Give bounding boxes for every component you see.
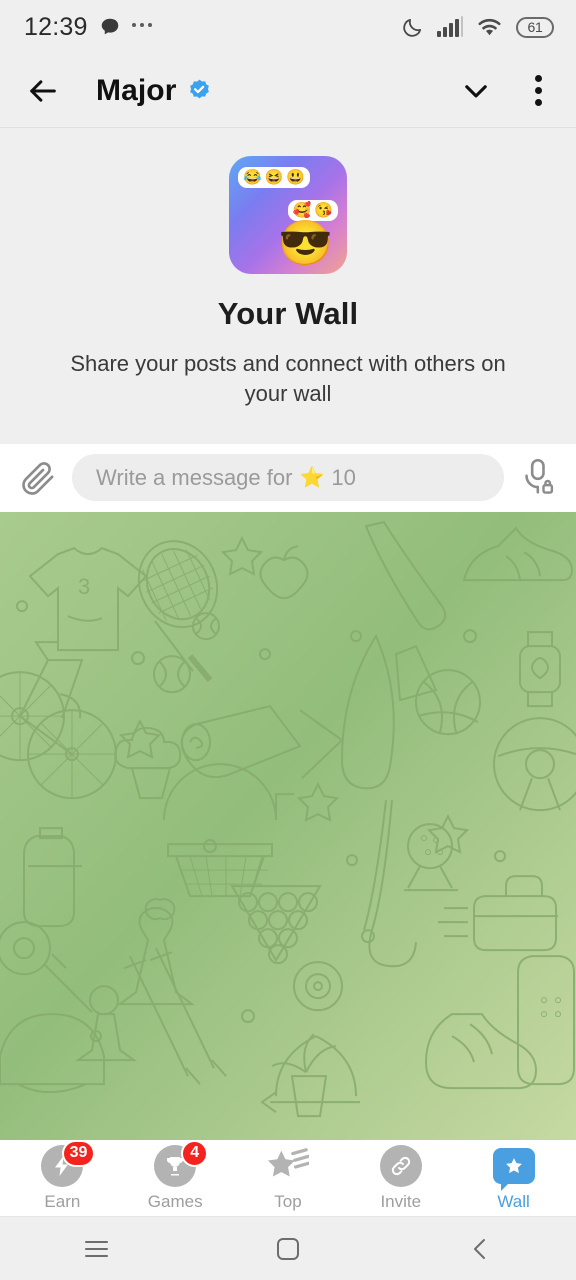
earn-badge: 39 <box>61 1139 96 1167</box>
tab-top-label: Top <box>274 1191 302 1211</box>
back-icon[interactable] <box>435 1226 525 1272</box>
header-actions <box>459 69 550 112</box>
recents-icon[interactable] <box>51 1226 141 1272</box>
tab-invite-icon-wrap <box>379 1144 422 1187</box>
tab-wall[interactable]: Wall <box>464 1145 564 1212</box>
chat-bubble-icon <box>101 18 118 35</box>
tab-games-icon-wrap: 4 <box>154 1139 209 1187</box>
tab-wall-label: Wall <box>497 1191 530 1211</box>
tab-games[interactable]: 4 Games <box>125 1139 225 1212</box>
star-bubble-icon <box>492 1147 535 1191</box>
wifi-icon <box>478 18 501 36</box>
tab-earn-label: Earn <box>44 1191 81 1211</box>
message-composer: Write a message for ⭐ 10 <box>0 443 576 512</box>
art-emoji: 😂 <box>243 169 262 186</box>
art-emoji: 🥰 <box>292 202 312 219</box>
tab-earn-icon-wrap: 39 <box>41 1139 96 1187</box>
app-header: Major <box>0 54 576 128</box>
tab-invite[interactable]: Invite <box>351 1144 451 1212</box>
tab-earn[interactable]: 39 Earn <box>12 1139 112 1212</box>
page-title: Major <box>96 73 177 107</box>
empty-state-subtitle: Share your posts and connect with others… <box>70 351 506 407</box>
wall-empty-state: 😂 😆 😃 🥰 😘 😎 Your Wall Share your posts a… <box>0 128 576 444</box>
microphone-locked-icon[interactable] <box>518 457 558 499</box>
kebab-menu-icon[interactable] <box>527 69 550 112</box>
paperclip-icon[interactable] <box>18 458 58 498</box>
moon-icon <box>403 18 422 37</box>
composer-placeholder-amount: 10 <box>331 464 356 490</box>
tab-top[interactable]: Top <box>238 1145 338 1212</box>
link-chain-icon <box>379 1144 422 1187</box>
verified-badge-icon <box>189 79 209 99</box>
svg-text:3: 3 <box>78 574 90 599</box>
chevron-down-icon[interactable] <box>459 74 493 108</box>
more-dots-icon <box>131 23 152 31</box>
art-big-emoji: 😎 <box>278 219 333 268</box>
art-emoji: 😆 <box>264 169 284 186</box>
wall-emoji-art-icon: 😂 😆 😃 🥰 😘 😎 <box>229 156 347 274</box>
tab-games-label: Games <box>147 1191 203 1211</box>
search-input[interactable]: Write a message for ⭐ 10 <box>72 454 504 502</box>
cellular-signal-icon <box>437 16 463 37</box>
bottom-navigation: 39 Earn 4 Games Top Invite Wall <box>0 1139 576 1216</box>
android-nav-bar <box>0 1216 576 1280</box>
wallpaper-doodles: 3 <box>0 520 576 1117</box>
back-arrow-icon[interactable] <box>26 74 60 108</box>
phone-screen: 12:39 61 Major 😂 😆 😃 🥰 😘 😎 Your Wall Sha… <box>0 0 576 1280</box>
art-bubble-one: 😂 😆 😃 <box>238 167 311 188</box>
shooting-star-icon <box>267 1147 309 1176</box>
empty-state-title: Your Wall <box>217 296 359 331</box>
battery-indicator: 61 <box>516 16 554 38</box>
tab-top-icon-wrap <box>267 1145 309 1187</box>
sports-doodle-wallpaper: 3 <box>0 511 576 1140</box>
tab-wall-icon-wrap <box>492 1145 535 1191</box>
status-bar: 12:39 61 <box>0 0 576 54</box>
tab-invite-label: Invite <box>380 1191 422 1211</box>
composer-placeholder-text: Write a message for <box>96 464 293 490</box>
header-title-group[interactable]: Major <box>96 74 459 108</box>
art-bubble-two: 🥰 😘 <box>287 200 338 221</box>
home-icon[interactable] <box>243 1226 333 1272</box>
art-emoji: 😃 <box>286 169 306 186</box>
star-icon: ⭐ <box>299 467 325 490</box>
games-badge: 4 <box>181 1139 209 1167</box>
art-emoji: 😘 <box>314 202 333 219</box>
status-bar-left: 12:39 <box>24 13 152 42</box>
status-bar-right: 61 <box>401 16 554 39</box>
status-bar-clock: 12:39 <box>24 12 88 41</box>
